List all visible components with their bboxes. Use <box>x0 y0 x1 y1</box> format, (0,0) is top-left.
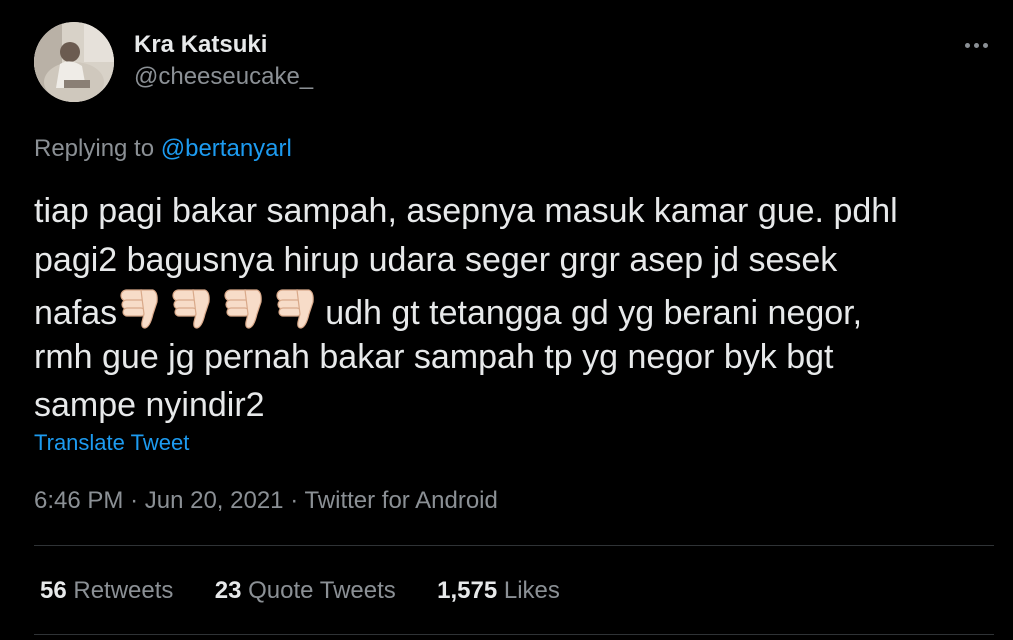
tweet-text-line: rmh gue jg pernah bakar sampah tp yg neg… <box>34 337 834 376</box>
tweet-date[interactable]: Jun 20, 2021 <box>145 487 284 514</box>
tweet-time[interactable]: 6:46 PM <box>34 487 123 514</box>
avatar[interactable] <box>34 22 114 102</box>
replying-to: Replying to @bertanyarl <box>34 135 292 163</box>
retweets-label: Retweets <box>73 577 174 604</box>
quote-tweets-count: 23 <box>214 577 242 604</box>
avatar-photo <box>34 22 114 102</box>
display-name[interactable]: Kra Katsuki <box>134 31 267 59</box>
quote-tweets-label: Quote Tweets <box>248 577 396 604</box>
more-options-button[interactable] <box>960 34 994 56</box>
tweet-text-segment: nafas <box>34 294 118 332</box>
tweet-source[interactable]: Twitter for Android <box>304 487 497 514</box>
meta-separator: · <box>130 487 139 514</box>
more-dot-icon <box>974 43 979 48</box>
meta-separator: · <box>290 487 299 514</box>
tweet-text-line: nafas udh gt tetangga gd yg berani negor, <box>34 284 994 333</box>
likes-label: Likes <box>503 577 560 604</box>
tweet-detail: Kra Katsuki @cheeseucake_ Replying to @b… <box>0 0 1013 640</box>
quote-tweets-stat[interactable]: 23 Quote Tweets <box>215 577 396 604</box>
divider <box>34 634 994 635</box>
thumbs-down-icon <box>221 284 267 330</box>
tweet-text: tiap pagi bakar sampah, asepnya masuk ka… <box>34 187 994 430</box>
divider <box>34 545 994 546</box>
username[interactable]: @cheeseucake_ <box>134 63 313 91</box>
tweet-text-line: pagi2 bagusnya hirup udara seger grgr as… <box>34 240 838 279</box>
tweet-text-segment: udh gt tetangga gd yg berani negor, <box>325 294 863 332</box>
replying-to-label: Replying to <box>34 135 155 162</box>
tweet-text-line: tiap pagi bakar sampah, asepnya masuk ka… <box>34 192 898 230</box>
engagement-stats: 56 Retweets 23 Quote Tweets 1,575 Likes <box>40 577 560 605</box>
tweet-text-line: sampe nyindir2 <box>34 386 265 424</box>
thumbs-down-icon <box>117 284 163 330</box>
retweets-stat[interactable]: 56 Retweets <box>40 577 173 604</box>
likes-stat[interactable]: 1,575 Likes <box>437 577 560 604</box>
reply-mention-link[interactable]: @bertanyarl <box>161 135 292 162</box>
translate-tweet-link[interactable]: Translate Tweet <box>34 430 189 456</box>
thumbs-down-icon <box>169 284 215 330</box>
likes-count: 1,575 <box>437 577 498 604</box>
thumbs-down-icon <box>273 284 319 330</box>
tweet-metadata: 6:46 PM · Jun 20, 2021 · Twitter for And… <box>34 487 498 515</box>
more-dot-icon <box>965 43 970 48</box>
more-dot-icon <box>983 43 988 48</box>
retweets-count: 56 <box>40 577 67 604</box>
